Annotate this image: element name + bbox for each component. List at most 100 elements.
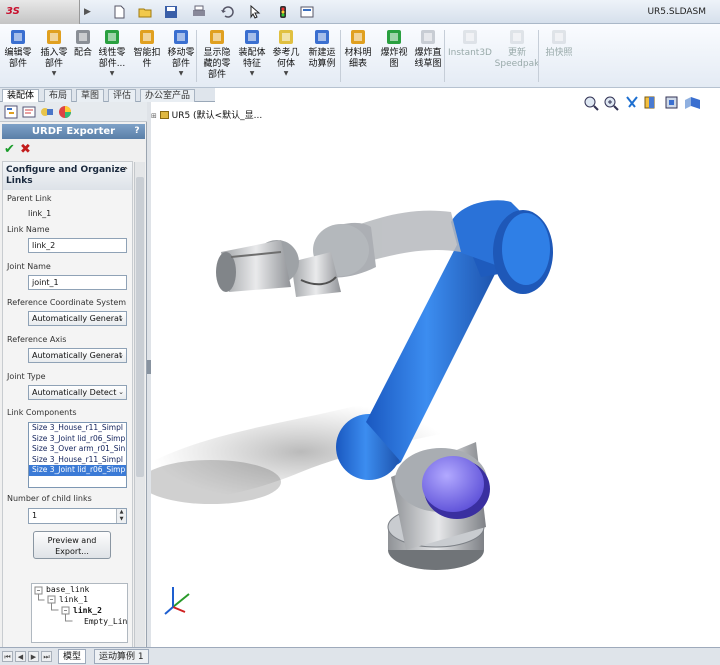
- tree-node-link-2[interactable]: link_2: [73, 606, 102, 615]
- explode-line-icon: [418, 27, 438, 47]
- cancel-icon[interactable]: ✖: [20, 142, 31, 157]
- tab-4[interactable]: 办公室产品: [140, 89, 196, 102]
- robot-model[interactable]: [151, 102, 720, 647]
- joint-type-label: Joint Type: [7, 372, 46, 381]
- chevron-down-icon: ⌄: [118, 314, 124, 322]
- ref-axis-select[interactable]: Automatically Generat ⌄: [28, 348, 127, 363]
- ribbon-button-label: 材料明 细表: [344, 48, 372, 69]
- bottom-tab-0[interactable]: 模型: [58, 649, 87, 664]
- save-icon[interactable]: [162, 4, 180, 20]
- list-item[interactable]: Size 3_Joint lid_r06_Simp: [29, 434, 126, 445]
- upper-arm: [216, 210, 461, 297]
- collapse-icon[interactable]: ⌃: [122, 165, 129, 176]
- help-button[interactable]: ?: [132, 126, 142, 137]
- ribbon-button-snapshot[interactable]: 拍快照: [544, 27, 574, 59]
- link-name-label: Link Name: [7, 225, 50, 234]
- ribbon-button-reference-geometry[interactable]: 参考几 何体 ▼: [270, 27, 302, 78]
- tab-2[interactable]: 草图: [76, 89, 105, 102]
- ribbon-button-explode-line[interactable]: 爆炸直 线草图: [412, 27, 444, 70]
- exploded-view-icon: [384, 27, 404, 47]
- list-item[interactable]: Size 3_House_r11_Simpl: [29, 423, 126, 434]
- link-components-list[interactable]: Size 3_House_r11_Simpl Size 3_Joint lid_r…: [28, 422, 127, 488]
- list-item[interactable]: Size 3_Over arm_r01_Sin: [29, 444, 126, 455]
- ribbon-button-linear-pattern[interactable]: 线性零 部件... ▼: [96, 27, 128, 78]
- ribbon-button-mate[interactable]: 配合: [72, 27, 94, 59]
- ribbon-button-smart-fastener[interactable]: 智能扣 件: [131, 27, 163, 70]
- command-tabs: 装配体 布局 草图 评估 办公室产品: [0, 88, 215, 102]
- ribbon-separator: [538, 30, 539, 82]
- tab-3[interactable]: 评估: [108, 89, 137, 102]
- new-motion-study-icon: [312, 27, 332, 47]
- command-manager: 编辑零 部件 插入零 部件 ▼ 配合 线性零 部件... ▼ 智能扣 件移动零 部件 ▼ 显示隐…: [0, 24, 720, 88]
- bottom-tab-1[interactable]: 运动算例 1: [94, 649, 149, 664]
- ribbon-button-edit-component[interactable]: 编辑零 部件: [2, 27, 34, 70]
- ribbon-button-label: 配合: [73, 48, 92, 58]
- joint-name-input[interactable]: joint_1: [28, 275, 127, 290]
- tree-node-empty-link[interactable]: Empty_Lin: [84, 617, 127, 626]
- ribbon-separator: [196, 30, 197, 82]
- solidworks-logo[interactable]: 3S SOLIDWORKS: [0, 0, 80, 41]
- panel-toolbar: [0, 102, 147, 122]
- ribbon-button-new-motion-study[interactable]: 新建运 动算例: [305, 27, 339, 70]
- ribbon-button-show-hidden[interactable]: 显示隐 藏的零 部件: [201, 27, 233, 81]
- tab-0[interactable]: 装配体: [2, 89, 40, 102]
- ribbon-button-assembly-feature[interactable]: 装配体 特征 ▼: [236, 27, 268, 78]
- dropdown-arrow-icon[interactable]: ▼: [179, 70, 184, 78]
- group-title[interactable]: Configure and Organize Links ⌃: [3, 162, 132, 190]
- instant3d-icon: [460, 27, 480, 47]
- insert-component-icon: [44, 27, 64, 47]
- ribbon-button-speedpak[interactable]: 更新 Speedpak: [495, 27, 539, 70]
- joint-type-select[interactable]: Automatically Detect ⌄: [28, 385, 127, 400]
- ribbon-button-bom[interactable]: 材料明 细表: [342, 27, 374, 70]
- next-tab-icon[interactable]: ▶: [28, 651, 39, 662]
- assembly-feature-icon: [242, 27, 262, 47]
- show-hidden-icon: [207, 27, 227, 47]
- preview-export-button[interactable]: Preview and Export...: [33, 531, 111, 559]
- dropdown-arrow-icon[interactable]: ▼: [250, 70, 255, 78]
- ref-coord-label: Reference Coordinate System: [7, 298, 127, 307]
- tab-1[interactable]: 布局: [44, 89, 73, 102]
- linear-pattern-icon: [102, 27, 122, 47]
- bom-icon: [348, 27, 368, 47]
- new-icon[interactable]: [110, 4, 128, 20]
- last-tab-icon[interactable]: ⏭: [41, 651, 52, 662]
- property-icon[interactable]: [22, 105, 36, 119]
- rebuild-icon[interactable]: [274, 4, 292, 20]
- dropdown-arrow-icon[interactable]: ▼: [284, 70, 289, 78]
- graphics-area[interactable]: ⊞ UR5 (默认<默认_显...: [151, 96, 720, 647]
- options-icon[interactable]: [298, 4, 316, 20]
- tree-node-base-link[interactable]: base_link: [46, 585, 89, 594]
- ribbon-button-move-component[interactable]: 移动零 部件 ▼: [165, 27, 197, 78]
- ribbon-button-exploded-view[interactable]: 爆炸视 图: [378, 27, 410, 70]
- list-item[interactable]: Size 3_House_r11_Simpl: [29, 455, 126, 466]
- ribbon-button-label: 爆炸视 图: [380, 48, 408, 69]
- feature-tree-icon[interactable]: [4, 105, 18, 119]
- print-icon[interactable]: [190, 4, 208, 20]
- tree-node-link-1[interactable]: link_1: [59, 595, 88, 604]
- ok-icon[interactable]: ✔: [4, 142, 15, 157]
- prev-tab-icon[interactable]: ◀: [15, 651, 26, 662]
- panel-scrollbar-thumb[interactable]: [136, 177, 144, 477]
- ribbon-button-instant3d[interactable]: Instant3D: [447, 27, 493, 59]
- link-name-input[interactable]: link_2: [28, 238, 127, 253]
- config-icon[interactable]: [40, 105, 54, 119]
- undo-icon[interactable]: [218, 4, 236, 20]
- first-tab-icon[interactable]: ⏮: [2, 651, 13, 662]
- move-component-icon: [171, 27, 191, 47]
- ribbon-button-insert-component[interactable]: 插入零 部件 ▼: [38, 27, 70, 78]
- menu-arrow-icon[interactable]: ▶: [84, 3, 94, 21]
- open-icon[interactable]: [136, 4, 154, 20]
- display-icon[interactable]: [58, 105, 72, 119]
- ribbon-button-label: 移动零 部件: [167, 48, 195, 69]
- select-icon[interactable]: [246, 4, 264, 20]
- stepper-arrows-icon[interactable]: ▲ ▼: [116, 509, 126, 523]
- ribbon-button-label: 拍快照: [545, 48, 573, 58]
- speedpak-icon: [507, 27, 527, 47]
- ref-coord-select[interactable]: Automatically Generat ⌄: [28, 311, 127, 326]
- panel-title: URDF Exporter: [31, 126, 116, 137]
- dropdown-arrow-icon[interactable]: ▼: [110, 70, 115, 78]
- list-item[interactable]: Size 3_Joint lid_r06_Simp: [29, 465, 126, 476]
- child-links-stepper[interactable]: 1 ▲ ▼: [28, 508, 127, 524]
- dropdown-arrow-icon[interactable]: ▼: [52, 70, 57, 78]
- property-manager: URDF Exporter ? ✔ ✖ Configure and Organi…: [0, 102, 147, 649]
